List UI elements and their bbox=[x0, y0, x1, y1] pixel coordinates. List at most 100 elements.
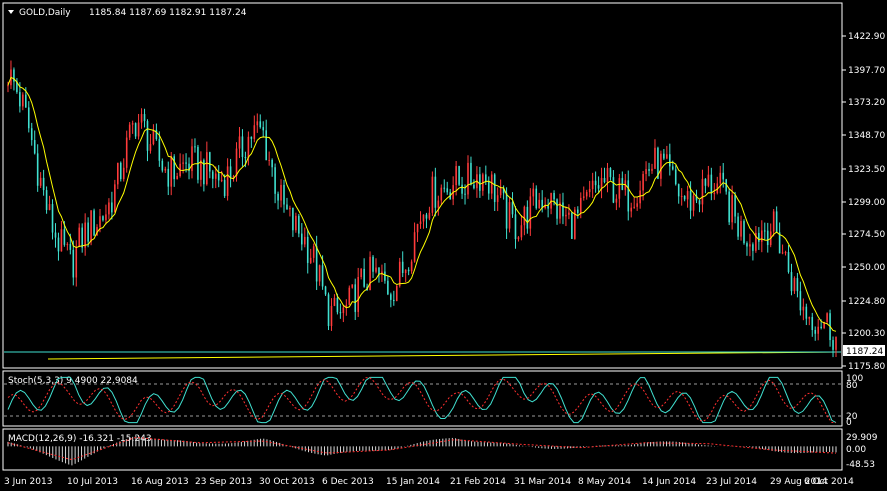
price-tick: 1200.30 bbox=[848, 329, 885, 339]
candle-body bbox=[84, 222, 86, 248]
candle-body bbox=[520, 225, 523, 238]
candle-body bbox=[639, 190, 641, 204]
candle-body bbox=[505, 193, 508, 229]
candle-body bbox=[191, 146, 193, 172]
macd-label: MACD(12,26,9) -16.321 -15.243 bbox=[8, 434, 152, 444]
candle-body bbox=[137, 122, 140, 137]
candle-body bbox=[401, 261, 404, 274]
candle-body bbox=[473, 184, 475, 189]
candle-body bbox=[606, 168, 609, 183]
candle-body bbox=[728, 191, 730, 223]
dropdown-triangle-icon[interactable] bbox=[8, 10, 14, 14]
candle-body bbox=[333, 297, 336, 306]
candle-body bbox=[152, 129, 155, 145]
candle-body bbox=[787, 252, 790, 273]
candle-body bbox=[398, 261, 401, 287]
candle-body bbox=[686, 191, 689, 200]
candle-body bbox=[799, 291, 802, 311]
candle-body bbox=[514, 214, 517, 240]
candle-body bbox=[440, 187, 443, 201]
candle-body bbox=[375, 267, 377, 272]
candle-body bbox=[378, 267, 380, 275]
candle-body bbox=[577, 209, 579, 213]
candle-body bbox=[351, 284, 354, 288]
candle-body bbox=[357, 277, 359, 312]
candle-body bbox=[612, 177, 615, 203]
candle-body bbox=[562, 202, 564, 217]
candle-body bbox=[511, 202, 514, 215]
candle-body bbox=[312, 246, 315, 258]
x-axis-label: 6 Dec 2013 bbox=[322, 477, 374, 487]
candle-body bbox=[615, 198, 618, 203]
candle-body bbox=[348, 287, 351, 305]
candle-body bbox=[324, 286, 327, 295]
candle-body bbox=[39, 177, 42, 186]
candle-body bbox=[78, 227, 81, 247]
candle-body bbox=[93, 210, 95, 236]
candle-body bbox=[87, 222, 89, 242]
price-panel[interactable] bbox=[2, 2, 843, 369]
x-axis-label: 31 Mar 2014 bbox=[514, 477, 571, 487]
candle-body bbox=[461, 184, 463, 194]
candle-body bbox=[743, 221, 745, 244]
candle-body bbox=[247, 136, 250, 159]
candle-body bbox=[292, 207, 294, 231]
candle-body bbox=[19, 92, 21, 107]
candle-body bbox=[27, 107, 30, 129]
candle-body bbox=[455, 166, 457, 186]
candle-body bbox=[372, 256, 374, 272]
candle-body bbox=[176, 176, 178, 180]
candle-body bbox=[820, 326, 822, 328]
candle-body bbox=[434, 176, 437, 208]
candle-body bbox=[111, 202, 113, 213]
candle-body bbox=[303, 236, 306, 245]
candle-body bbox=[493, 174, 496, 202]
price-tick: 1224.80 bbox=[848, 297, 885, 307]
candle-body bbox=[416, 223, 419, 233]
candle-body bbox=[701, 178, 704, 205]
candle-body bbox=[158, 139, 161, 161]
candle-body bbox=[781, 252, 784, 254]
candle-body bbox=[479, 174, 481, 191]
candle-body bbox=[585, 192, 588, 197]
candle-body bbox=[149, 144, 152, 151]
candle-body bbox=[298, 215, 300, 234]
candle-body bbox=[42, 177, 45, 191]
candle-body bbox=[508, 202, 511, 229]
candle-body bbox=[315, 246, 318, 282]
candle-body bbox=[591, 180, 594, 190]
candle-body bbox=[651, 168, 653, 171]
macd-layer bbox=[7, 435, 837, 466]
candle-body bbox=[707, 174, 710, 186]
candle-body bbox=[556, 199, 558, 219]
candles-layer bbox=[7, 60, 837, 358]
price-tick: 1373.20 bbox=[848, 98, 885, 108]
candle-body bbox=[51, 204, 54, 233]
x-axis-label: 30 Oct 2013 bbox=[259, 477, 315, 487]
price-tick: 1274.50 bbox=[848, 230, 885, 240]
candle-body bbox=[48, 204, 51, 210]
candle-body bbox=[214, 173, 217, 179]
candle-body bbox=[431, 176, 434, 213]
candle-body bbox=[125, 137, 128, 168]
candle-body bbox=[811, 317, 814, 331]
price-tick: 1422.90 bbox=[848, 32, 885, 42]
x-axis-label: 23 Jul 2014 bbox=[706, 477, 757, 487]
candle-body bbox=[470, 162, 472, 185]
candle-body bbox=[683, 195, 686, 200]
candle-body bbox=[194, 146, 196, 148]
candle-body bbox=[532, 188, 535, 197]
candle-body bbox=[33, 140, 36, 154]
candle-body bbox=[496, 195, 499, 202]
candle-body bbox=[784, 252, 787, 254]
candle-body bbox=[535, 188, 538, 209]
candle-body bbox=[63, 229, 66, 245]
support-trendline[interactable] bbox=[47, 351, 841, 360]
candle-body bbox=[206, 152, 208, 185]
candle-body bbox=[72, 249, 75, 278]
candle-body bbox=[600, 178, 603, 189]
candle-body bbox=[384, 271, 386, 281]
candle-body bbox=[713, 193, 716, 195]
macd-axis: 29.909 0.00 -48.53 bbox=[846, 433, 878, 470]
x-axis-label: 15 Jan 2014 bbox=[386, 477, 440, 487]
